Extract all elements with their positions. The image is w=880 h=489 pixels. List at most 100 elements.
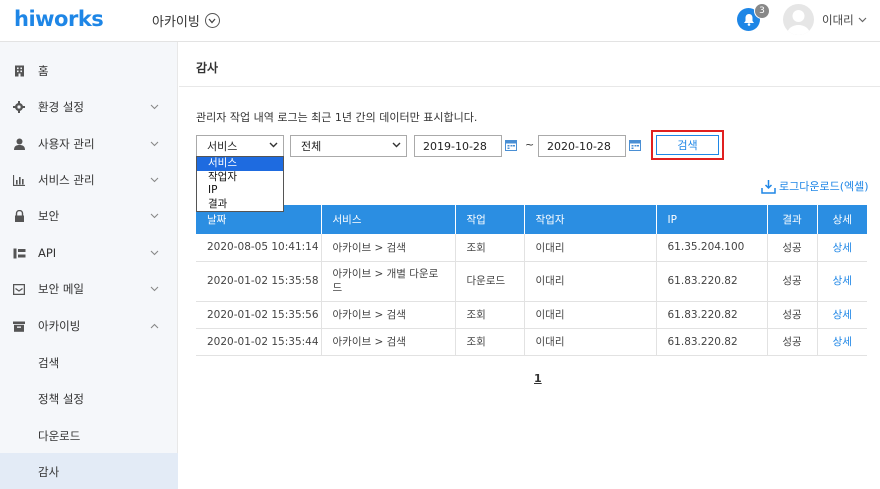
column-header-worker[interactable]: 작업자 — [524, 205, 657, 234]
gear-icon — [12, 100, 26, 114]
chevron-down-icon — [150, 141, 159, 147]
date-to-input[interactable]: 2020-10-28 — [538, 135, 626, 157]
cell-date: 2020-01-02 15:35:56 — [196, 301, 322, 329]
cell-worker: 이대리 — [524, 261, 657, 302]
sidebar-item-label: 서비스 관리 — [38, 173, 95, 187]
building-icon — [12, 64, 26, 78]
cell-action: 조회 — [455, 301, 525, 329]
sidebar-item-services[interactable]: 서비스 관리 — [0, 162, 178, 198]
avatar[interactable] — [783, 4, 814, 35]
pagination-page-1[interactable]: 1 — [534, 372, 542, 385]
dropdown-option[interactable]: IP — [197, 184, 283, 198]
table-row: 2020-01-02 15:35:56 아카이브 > 검색 조회 이대리 61.… — [196, 301, 867, 329]
sidebar-subitem-policy[interactable]: 정책 설정 — [0, 380, 178, 417]
scope-select[interactable]: 전체 — [290, 135, 407, 157]
sidebar-item-label: 보안 메일 — [38, 282, 84, 296]
cell-result: 성공 — [767, 301, 818, 329]
cell-worker: 이대리 — [524, 234, 657, 262]
cell-service: 아카이브 > 검색 — [321, 234, 456, 262]
category-dropdown-list: 서비스 작업자 IP 결과 — [196, 156, 284, 212]
column-header-ip[interactable]: IP — [656, 205, 768, 234]
api-icon — [12, 246, 26, 260]
app-name: 아카이빙 — [152, 15, 200, 30]
hiworks-logo[interactable]: hiworks — [14, 7, 104, 31]
sidebar-item-label: 홈 — [38, 64, 49, 78]
sidebar-item-label: 사용자 관리 — [38, 137, 95, 151]
detail-link[interactable]: 상세 — [817, 328, 867, 356]
cell-ip: 61.83.220.82 — [656, 261, 768, 302]
table-row: 2020-01-02 15:35:58 아카이브 > 개별 다운로드 다운로드 … — [196, 261, 867, 302]
date-from-input[interactable]: 2019-10-28 — [414, 135, 502, 157]
audit-log-table: 날짜 서비스 작업 작업자 IP 결과 상세 2020-08-05 10:41:… — [196, 205, 867, 356]
sidebar-subitem-download[interactable]: 다운로드 — [0, 417, 178, 454]
sidebar-item-archiving[interactable]: 아카이빙 — [0, 308, 178, 344]
column-header-result[interactable]: 결과 — [767, 205, 818, 234]
column-header-detail: 상세 — [817, 205, 867, 234]
user-icon — [12, 137, 26, 151]
sidebar-item-label: 환경 설정 — [38, 100, 84, 114]
sidebar-item-secure-mail[interactable]: 보안 메일 — [0, 271, 178, 307]
log-download-button[interactable]: 로그다운로드(엑셀) — [761, 178, 869, 194]
chevron-down-icon — [150, 104, 159, 110]
cell-action: 조회 — [455, 328, 525, 356]
chevron-up-icon — [150, 323, 159, 329]
cell-worker: 이대리 — [524, 328, 657, 356]
sidebar-item-home[interactable]: 홈 — [0, 53, 178, 89]
user-name: 이대리 — [822, 13, 854, 27]
table-header-row: 날짜 서비스 작업 작업자 IP 결과 상세 — [196, 205, 867, 234]
cell-ip: 61.83.220.82 — [656, 301, 768, 329]
chevron-down-icon — [150, 177, 159, 183]
cell-result: 성공 — [767, 328, 818, 356]
table-row: 2020-01-02 15:35:44 아카이브 > 검색 조회 이대리 61.… — [196, 328, 867, 356]
detail-link[interactable]: 상세 — [817, 261, 867, 302]
chart-icon — [12, 173, 26, 187]
cell-service: 아카이브 > 검색 — [321, 328, 456, 356]
chevron-down-icon — [150, 250, 159, 256]
cell-date: 2020-08-05 10:41:14 — [196, 234, 322, 262]
dropdown-option[interactable]: 서비스 — [197, 157, 283, 171]
sidebar-item-api[interactable]: API — [0, 235, 178, 271]
detail-link[interactable]: 상세 — [817, 301, 867, 329]
lock-icon — [12, 209, 26, 223]
sidebar-item-settings[interactable]: 환경 설정 — [0, 89, 178, 125]
cell-result: 성공 — [767, 234, 818, 262]
sidebar-item-label: 아카이빙 — [38, 319, 81, 333]
column-header-service[interactable]: 서비스 — [321, 205, 456, 234]
cell-ip: 61.35.204.100 — [656, 234, 768, 262]
calendar-icon[interactable] — [505, 139, 517, 151]
top-header: hiworks 아카이빙 3 이대리 — [0, 0, 880, 42]
cell-date: 2020-01-02 15:35:44 — [196, 328, 322, 356]
sidebar-item-label: API — [38, 246, 57, 260]
sidebar-item-security[interactable]: 보안 — [0, 198, 178, 234]
cell-action: 다운로드 — [455, 261, 525, 302]
dropdown-option[interactable]: 작업자 — [197, 171, 283, 185]
cell-worker: 이대리 — [524, 301, 657, 329]
chevron-down-icon — [204, 13, 220, 28]
chevron-down-icon — [858, 17, 867, 23]
chevron-down-icon — [150, 286, 159, 292]
cell-action: 조회 — [455, 234, 525, 262]
chevron-down-icon — [269, 142, 278, 148]
download-icon — [761, 179, 776, 194]
sidebar-subitem-audit[interactable]: 감사 — [0, 453, 178, 489]
notice-text: 관리자 작업 내역 로그는 최근 1년 간의 데이터만 표시합니다. — [196, 111, 478, 124]
detail-link[interactable]: 상세 — [817, 234, 867, 262]
sidebar-item-users[interactable]: 사용자 관리 — [0, 126, 178, 162]
main-content: 감사 관리자 작업 내역 로그는 최근 1년 간의 데이터만 표시합니다. 서비… — [179, 42, 880, 489]
dropdown-option[interactable]: 결과 — [197, 198, 283, 212]
notification-badge: 3 — [754, 3, 770, 19]
title-divider — [179, 86, 880, 87]
search-button[interactable]: 검색 — [656, 135, 719, 155]
sidebar-subitem-search[interactable]: 검색 — [0, 344, 178, 381]
category-select-value: 서비스 — [207, 140, 238, 153]
category-select[interactable]: 서비스 — [196, 135, 284, 157]
calendar-icon[interactable] — [629, 139, 641, 151]
date-range-separator: ~ — [525, 138, 535, 151]
app-switcher[interactable]: 아카이빙 — [152, 11, 220, 30]
column-header-action[interactable]: 작업 — [455, 205, 525, 234]
archive-icon — [12, 319, 26, 333]
scope-select-value: 전체 — [301, 140, 322, 153]
page-title: 감사 — [196, 61, 219, 75]
user-menu[interactable]: 이대리 — [822, 12, 867, 28]
cell-date: 2020-01-02 15:35:58 — [196, 261, 322, 302]
